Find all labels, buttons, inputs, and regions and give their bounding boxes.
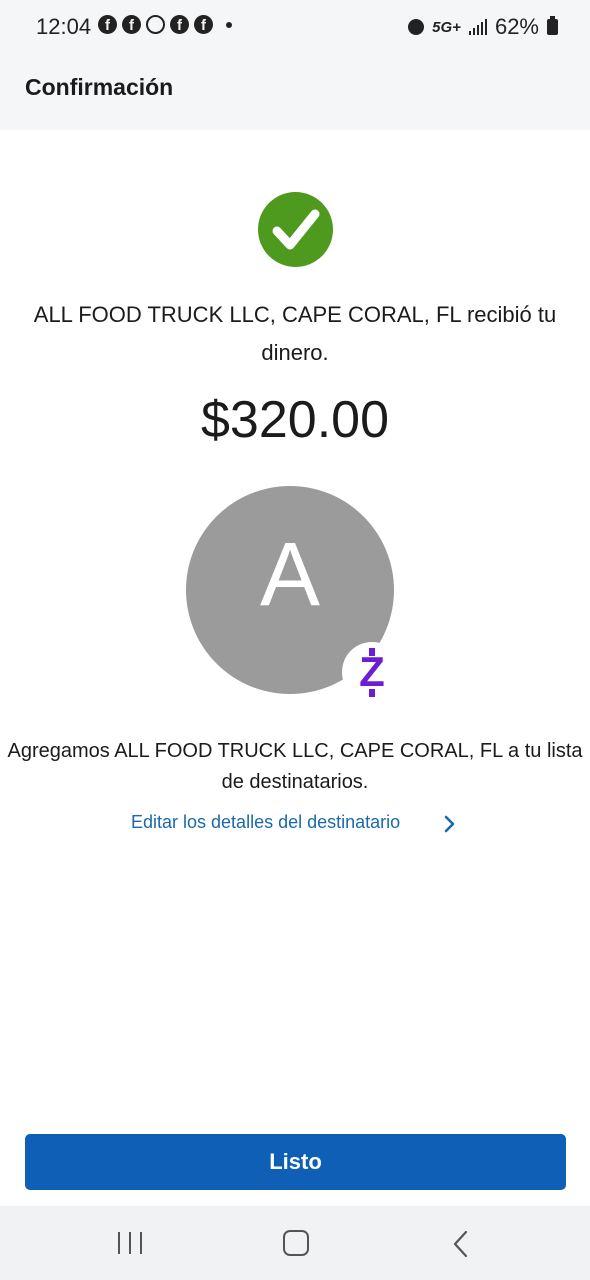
signal-icon xyxy=(468,19,487,35)
status-bar: 12:04 f f f f 5G+ 62% xyxy=(0,0,590,56)
messenger-icon xyxy=(146,15,165,34)
success-check-icon xyxy=(258,192,333,267)
notification-icons: f f f f xyxy=(98,15,232,34)
facebook-icon: f xyxy=(170,15,189,34)
header: Confirmación xyxy=(0,56,590,130)
facebook-icon: f xyxy=(194,15,213,34)
home-button[interactable] xyxy=(283,1230,309,1256)
check-icon xyxy=(272,209,320,250)
facebook-icon: f xyxy=(122,15,141,34)
back-button[interactable] xyxy=(452,1230,470,1258)
amount: $320.00 xyxy=(201,391,389,449)
navigation-bar xyxy=(0,1206,590,1280)
zelle-logo-icon: Z xyxy=(342,642,402,702)
alarm-icon xyxy=(408,19,425,35)
chevron-right-icon[interactable] xyxy=(442,814,458,834)
page-title: Confirmación xyxy=(25,74,174,100)
zelle-logo-bottom-bar xyxy=(369,689,375,697)
avatar-letter: A xyxy=(259,525,321,625)
received-message: ALL FOOD TRUCK LLC, CAPE CORAL, FL recib… xyxy=(33,302,557,365)
more-notifications-icon xyxy=(226,21,232,28)
network-type: 5G+ xyxy=(432,18,461,36)
status-right: 5G+ 62% xyxy=(408,14,558,40)
done-button[interactable]: Listo xyxy=(25,1134,566,1190)
edit-recipient-link[interactable]: Editar los detalles del destinatario xyxy=(131,812,400,833)
status-time: 12:04 xyxy=(36,14,92,39)
battery-percent: 62% xyxy=(494,14,539,39)
facebook-icon: f xyxy=(98,15,117,34)
recents-button[interactable] xyxy=(118,1232,142,1254)
added-message: Agregamos ALL FOOD TRUCK LLC, CAPE CORAL… xyxy=(7,740,583,793)
battery-icon xyxy=(547,16,558,35)
